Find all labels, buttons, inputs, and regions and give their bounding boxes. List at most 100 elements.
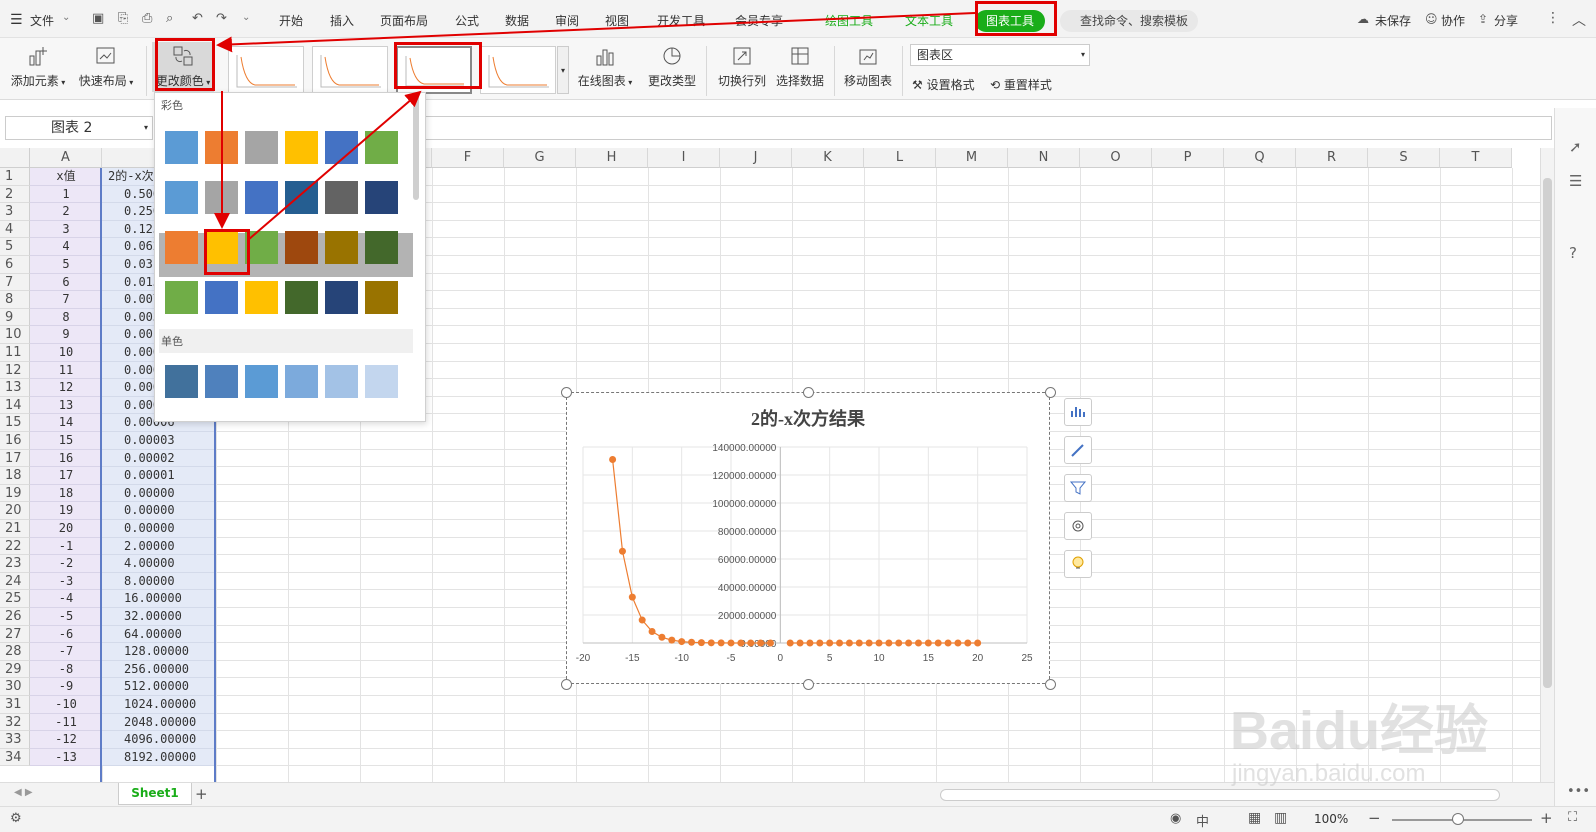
fullscreen-icon[interactable]: ⛶ — [1568, 810, 1577, 825]
macro-icon[interactable]: ⚙ — [10, 811, 22, 826]
input-method-icon[interactable]: 中 — [1196, 811, 1209, 830]
cell-x-value[interactable]: -9 — [30, 678, 102, 696]
cell-x-value[interactable]: 15 — [30, 432, 102, 450]
mono-color-swatch[interactable] — [165, 365, 198, 398]
mono-color-swatch[interactable] — [245, 365, 278, 398]
cell-x-value[interactable]: 18 — [30, 484, 102, 503]
row-header[interactable]: 21 — [0, 520, 30, 538]
cell-result-value[interactable]: 0.00001 — [102, 467, 216, 485]
cell-x-value[interactable]: -7 — [30, 643, 102, 661]
row-header[interactable]: 22 — [0, 537, 30, 556]
zoom-in-icon[interactable]: + — [1540, 809, 1553, 827]
horizontal-scrollbar[interactable] — [940, 789, 1500, 801]
resize-handle[interactable] — [803, 679, 814, 690]
cell-x-value[interactable]: -6 — [30, 625, 102, 644]
mono-color-swatch[interactable] — [285, 365, 318, 398]
cell-result-value[interactable]: 128.00000 — [102, 643, 216, 661]
row-header[interactable]: 32 — [0, 713, 30, 732]
cell-x-value[interactable]: 12 — [30, 379, 102, 397]
cell-x-value[interactable]: 8 — [30, 308, 102, 327]
cell-result-value[interactable]: 0.00003 — [102, 432, 216, 450]
cell-x-value[interactable]: -5 — [30, 608, 102, 626]
zoom-slider-thumb[interactable] — [1452, 813, 1464, 825]
row-header[interactable]: 14 — [0, 396, 30, 415]
chart-settings-button[interactable] — [1064, 512, 1092, 540]
cell-x-value[interactable]: 20 — [30, 520, 102, 538]
row-header[interactable]: 19 — [0, 484, 30, 503]
cell-x-value[interactable]: -12 — [30, 731, 102, 749]
cell-x-value[interactable]: -4 — [30, 590, 102, 608]
adjust-icon[interactable]: ☰ — [1569, 172, 1582, 190]
row-header[interactable]: 23 — [0, 555, 30, 573]
cell-x-value[interactable]: -11 — [30, 713, 102, 732]
row-header[interactable]: 15 — [0, 414, 30, 432]
row-header[interactable]: 31 — [0, 696, 30, 714]
cell-result-value[interactable]: 0.00000 — [102, 484, 216, 503]
cell-x-value[interactable]: -8 — [30, 660, 102, 679]
row-header[interactable]: 12 — [0, 361, 30, 380]
resize-handle[interactable] — [561, 387, 572, 398]
row-header[interactable]: 27 — [0, 625, 30, 644]
row-header[interactable]: 13 — [0, 379, 30, 397]
chart-elements-button[interactable] — [1064, 398, 1092, 426]
resize-handle[interactable] — [561, 679, 572, 690]
cell-result-value[interactable]: 0.00000 — [102, 520, 216, 538]
cell-result-value[interactable]: 16.00000 — [102, 590, 216, 608]
cell-x-value[interactable]: -10 — [30, 696, 102, 714]
cell-result-value[interactable]: 256.00000 — [102, 660, 216, 679]
cell-x-value[interactable]: -3 — [30, 572, 102, 591]
zoom-out-icon[interactable]: − — [1368, 809, 1381, 827]
row-header[interactable]: 20 — [0, 502, 30, 520]
add-sheet-icon[interactable]: + — [195, 785, 208, 803]
row-header[interactable]: 25 — [0, 590, 30, 608]
cell-x-value[interactable]: 11 — [30, 361, 102, 380]
resize-handle[interactable] — [1045, 387, 1056, 398]
chart-title[interactable]: 2的-x次方结果 — [751, 408, 866, 429]
cell-result-value[interactable]: 0.00000 — [102, 502, 216, 520]
chart-style-button[interactable] — [1064, 436, 1092, 464]
row-header[interactable]: 28 — [0, 643, 30, 661]
sheet-tab[interactable]: Sheet1 — [118, 783, 192, 805]
cell-x-value[interactable]: -2 — [30, 555, 102, 573]
cell-x-value[interactable]: 13 — [30, 396, 102, 415]
cell-x-value[interactable]: -13 — [30, 748, 102, 767]
cell-result-value[interactable]: 2.00000 — [102, 537, 216, 556]
zoom-level[interactable]: 100% — [1314, 812, 1348, 826]
chart-area[interactable]: 2的-x次方结果 -20-15-10-505101520250.00000200… — [566, 392, 1050, 684]
cell-result-value[interactable]: 4096.00000 — [102, 731, 216, 749]
cursor-icon[interactable]: ➚ — [1569, 138, 1582, 156]
row-header[interactable]: 30 — [0, 678, 30, 696]
mono-color-swatch[interactable] — [205, 365, 238, 398]
row-header[interactable]: 16 — [0, 432, 30, 450]
cell-result-value[interactable]: 32.00000 — [102, 608, 216, 626]
cell-result-value[interactable]: 0.00002 — [102, 449, 216, 468]
cell-x-value[interactable]: 19 — [30, 502, 102, 520]
row-header[interactable]: 11 — [0, 344, 30, 362]
row-header[interactable]: 18 — [0, 467, 30, 485]
sheet-nav-icon[interactable]: ◀ ▶ — [14, 787, 33, 798]
cell-x-value[interactable]: 16 — [30, 449, 102, 468]
normal-view-icon[interactable]: ▦ — [1248, 810, 1261, 826]
cell-x-value[interactable]: -1 — [30, 537, 102, 556]
cell-result-value[interactable]: 64.00000 — [102, 625, 216, 644]
cell-result-value[interactable]: 2048.00000 — [102, 713, 216, 732]
cell-result-value[interactable]: 1024.00000 — [102, 696, 216, 714]
resize-handle[interactable] — [1045, 679, 1056, 690]
cell-result-value[interactable]: 4.00000 — [102, 555, 216, 573]
mono-color-swatch[interactable] — [365, 365, 398, 398]
row-header[interactable]: 29 — [0, 660, 30, 679]
resize-handle[interactable] — [803, 387, 814, 398]
cell-x-value[interactable]: 9 — [30, 326, 102, 344]
chart-tips-button[interactable] — [1064, 550, 1092, 578]
help-icon[interactable]: ? — [1569, 244, 1577, 262]
cell-result-value[interactable]: 8192.00000 — [102, 748, 216, 767]
page-view-icon[interactable]: ▥ — [1274, 810, 1287, 826]
row-header[interactable]: 9 — [0, 308, 30, 327]
cell-x-value[interactable]: 14 — [30, 414, 102, 432]
chart-filter-button[interactable] — [1064, 474, 1092, 502]
cell-x-value[interactable]: 10 — [30, 344, 102, 362]
row-header[interactable]: 17 — [0, 449, 30, 468]
cell-result-value[interactable]: 512.00000 — [102, 678, 216, 696]
cell-x-value[interactable]: 17 — [30, 467, 102, 485]
row-header[interactable]: 26 — [0, 608, 30, 626]
